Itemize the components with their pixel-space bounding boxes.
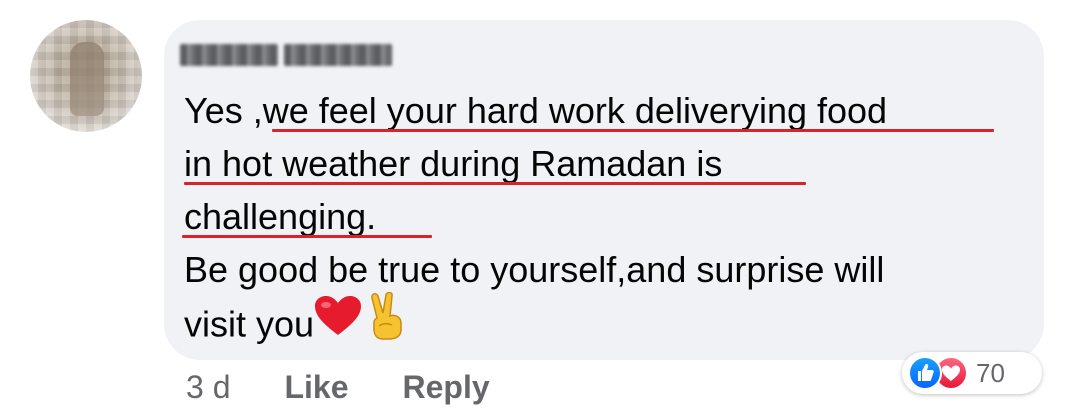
reaction-count: 70 [976,358,1005,388]
like-reaction-icon [908,356,942,390]
avatar[interactable] [30,20,142,132]
comment-screenshot: Yes ,we feel your hard work deliverying … [0,0,1080,420]
annotation-underline-1 [272,129,994,132]
annotation-underline-3 [182,235,432,238]
comment-text: Yes ,we feel your hard work deliverying … [184,84,1024,349]
comment-line-5-text: visit you [184,303,315,345]
comment-line-4: Be good be true to yourself,and surprise… [184,249,885,290]
author-name-blur-first [180,44,278,66]
avatar-figure [70,42,104,116]
comment-line-5: visit you [184,291,1024,351]
red-heart-icon [314,295,362,351]
reaction-summary[interactable]: 70 [902,352,1042,394]
victory-hand-icon [368,291,406,354]
like-button[interactable]: Like [284,369,348,406]
reply-button[interactable]: Reply [403,369,490,406]
comment-timestamp[interactable]: 3 d [186,369,230,406]
author-name-blur-last [284,44,392,66]
comment-actions: 3 d Like Reply [186,364,544,410]
annotation-underline-2 [184,182,806,185]
author-name-blurred[interactable] [180,40,394,70]
